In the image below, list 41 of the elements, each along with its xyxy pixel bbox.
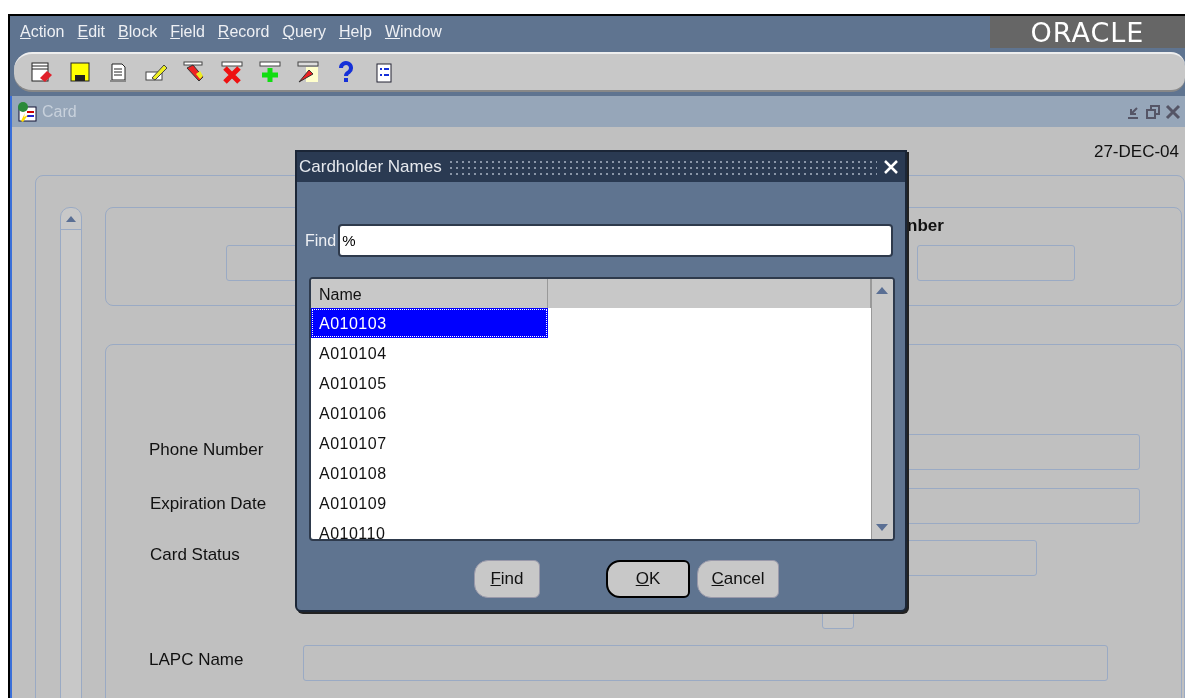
- dialog-button[interactable]: Find: [474, 560, 540, 598]
- text-field[interactable]: [917, 245, 1075, 281]
- menu-item[interactable]: Record: [217, 20, 270, 44]
- date-text: 27-DEC-04: [1093, 141, 1179, 163]
- menu-item[interactable]: Help: [339, 20, 372, 44]
- plus-icon[interactable]: [258, 60, 282, 84]
- arrow-up-icon: [66, 215, 76, 222]
- restore-icon[interactable]: [1145, 103, 1161, 120]
- field-label: Phone Number: [149, 439, 264, 461]
- dialog-button[interactable]: OK: [606, 560, 690, 598]
- list-item[interactable]: A010103: [311, 308, 548, 338]
- scrollbar[interactable]: [60, 207, 82, 698]
- list-item[interactable]: A010108: [311, 458, 548, 488]
- menu-item[interactable]: Edit: [77, 20, 106, 44]
- list-item[interactable]: A010104: [311, 338, 548, 368]
- find-label: Find: [305, 230, 337, 251]
- list-item[interactable]: A010107: [311, 428, 548, 458]
- field-label: Card Status: [150, 544, 240, 566]
- menu-item[interactable]: Block: [118, 20, 158, 44]
- find-field[interactable]: %: [338, 224, 893, 257]
- eraser-icon[interactable]: [182, 60, 206, 84]
- list-item[interactable]: A010109: [311, 488, 548, 518]
- scrollbar[interactable]: [871, 279, 893, 539]
- dialog-button[interactable]: Cancel: [697, 560, 779, 598]
- cross-icon[interactable]: [220, 60, 244, 84]
- list-item[interactable]: A010106: [311, 398, 548, 428]
- field-label: LAPC Name: [149, 649, 244, 671]
- card-window-icon: [16, 100, 38, 123]
- form-eraser-icon[interactable]: [30, 60, 54, 84]
- dialog-title: Cardholder Names: [299, 156, 442, 179]
- menu-item[interactable]: Window: [384, 20, 442, 44]
- oracle-logo: ORACLE: [990, 16, 1185, 48]
- menu-item[interactable]: Action: [20, 20, 65, 44]
- text-field[interactable]: [303, 645, 1108, 681]
- field-label: Expiration Date: [150, 493, 267, 515]
- pen-table-icon[interactable]: [296, 60, 320, 84]
- save-icon[interactable]: [68, 60, 92, 84]
- list-item[interactable]: A010105: [311, 368, 548, 398]
- list-item[interactable]: A010110: [311, 518, 548, 539]
- menu-item[interactable]: Field: [170, 20, 205, 44]
- menu-item[interactable]: Query: [282, 20, 327, 44]
